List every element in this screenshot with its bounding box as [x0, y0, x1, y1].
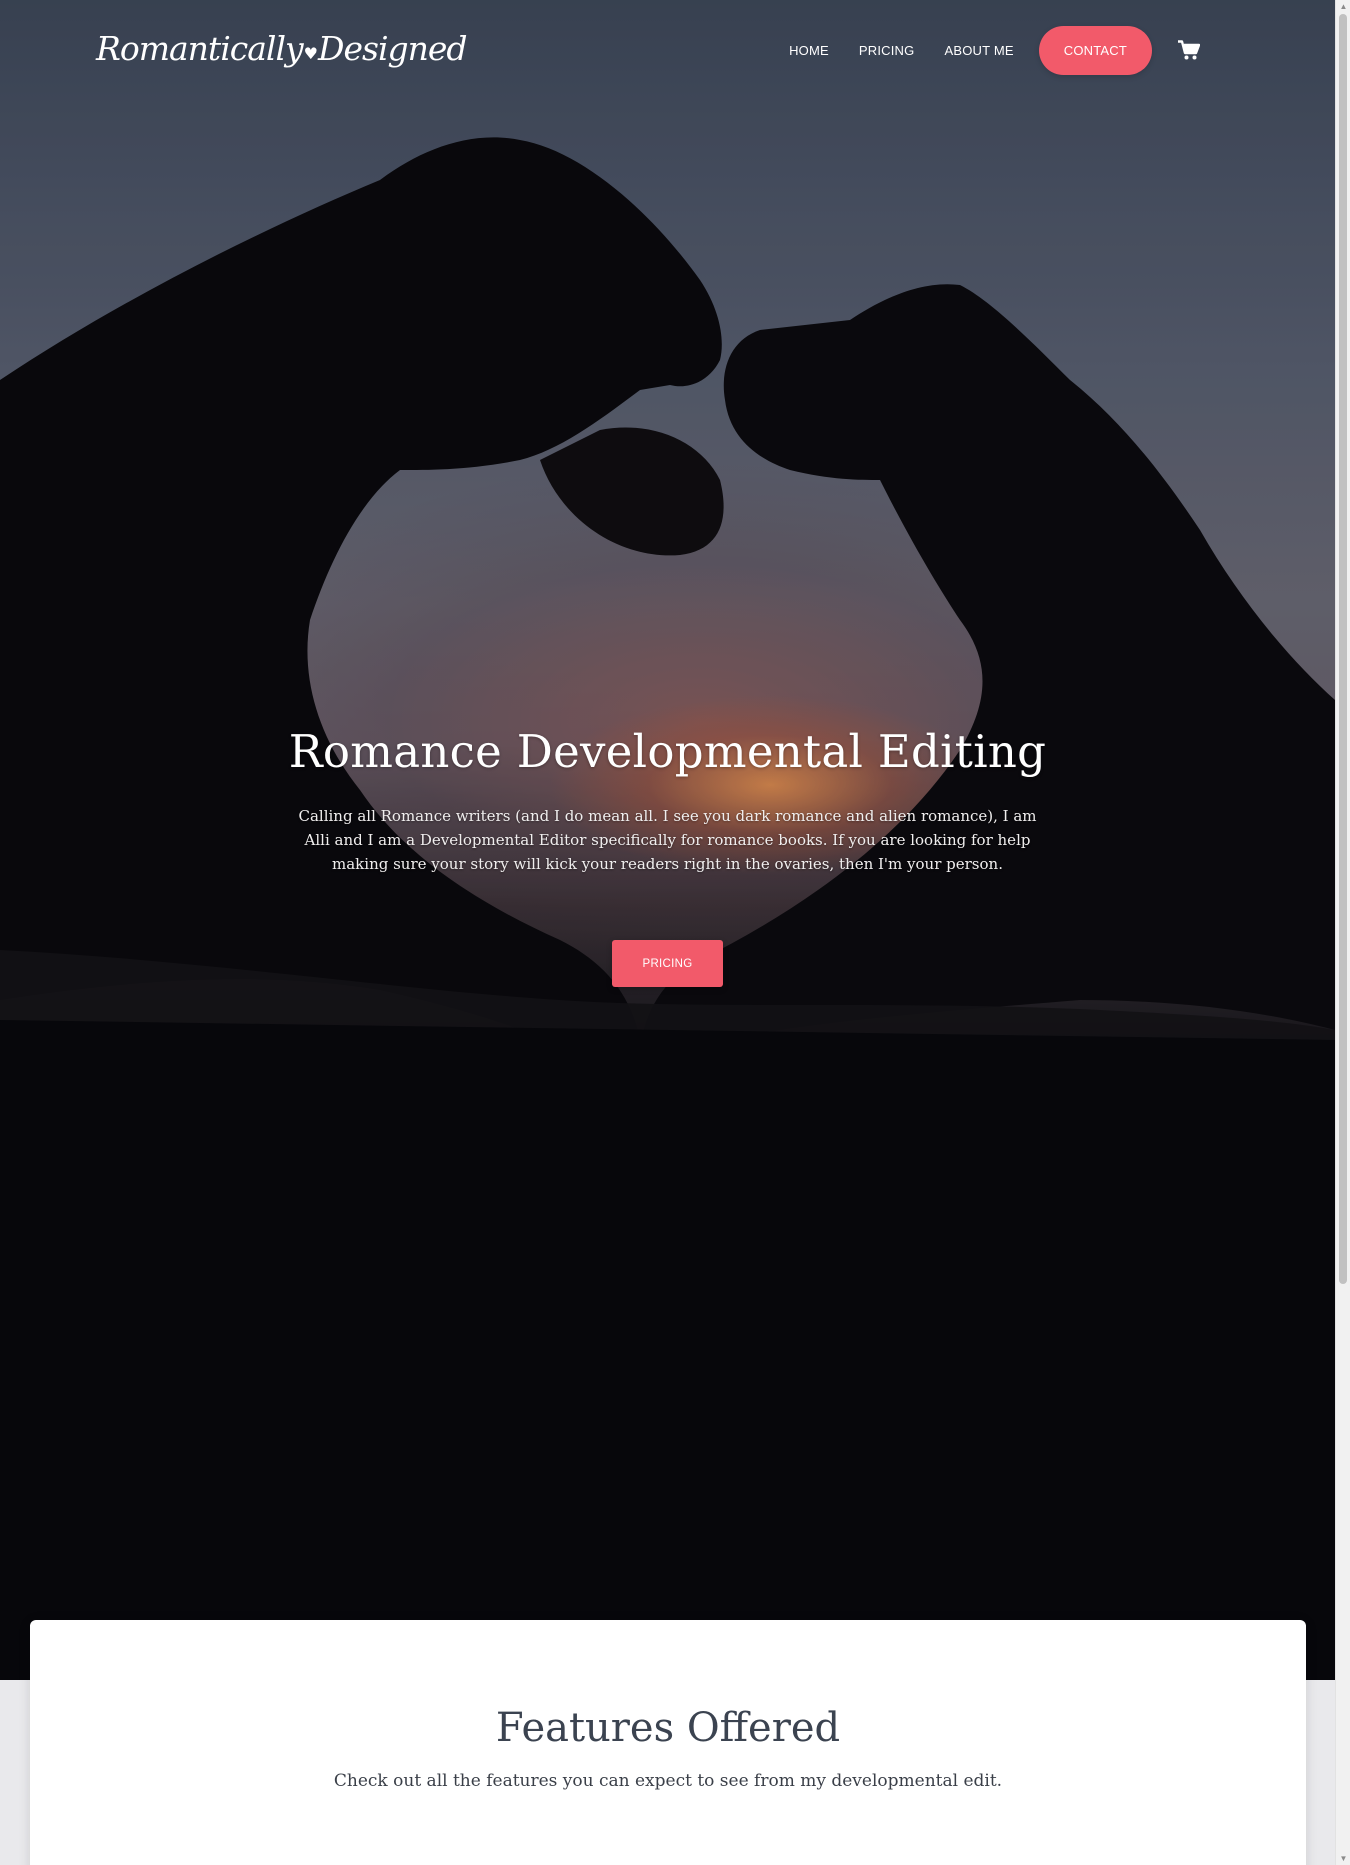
- scrollbar-thumb[interactable]: [1339, 14, 1347, 1284]
- scroll-down-arrow-icon[interactable]: ▼: [1339, 1854, 1348, 1863]
- hero-title: Romance Developmental Editing: [288, 725, 1047, 778]
- logo-heart-icon: ♥: [303, 43, 318, 63]
- nav-contact-button[interactable]: CONTACT: [1038, 25, 1152, 75]
- hero-pricing-button[interactable]: PRICING: [612, 940, 723, 987]
- page-scrollbar[interactable]: ▲ ▼: [1335, 0, 1350, 1865]
- nav-home-link[interactable]: HOME: [789, 43, 829, 58]
- nav-about-me-link[interactable]: ABOUT ME: [944, 43, 1013, 58]
- logo-text-romantically: Romantically: [96, 28, 304, 68]
- hero-content: Romance Developmental Editing Calling al…: [0, 725, 1335, 987]
- hero-description: Calling all Romance writers (and I do me…: [298, 807, 1037, 873]
- logo-text-designed: Designed: [318, 28, 468, 68]
- shopping-cart-icon[interactable]: [1178, 40, 1200, 60]
- main-nav: HOME PRICING ABOUT ME CONTACT: [759, 25, 1200, 75]
- hero-section: Romantically ♥ Designed HOME PRICING ABO…: [0, 0, 1335, 1680]
- features-subtitle: Check out all the features you can expec…: [333, 1771, 1003, 1791]
- features-title: Features Offered: [495, 1705, 841, 1751]
- nav-pricing-link[interactable]: PRICING: [859, 43, 915, 58]
- scroll-up-arrow-icon[interactable]: ▲: [1339, 2, 1348, 11]
- site-header: Romantically ♥ Designed HOME PRICING ABO…: [0, 0, 1335, 100]
- site-logo[interactable]: Romantically ♥ Designed: [96, 20, 468, 76]
- features-section: Features Offered Check out all the featu…: [30, 1620, 1306, 1865]
